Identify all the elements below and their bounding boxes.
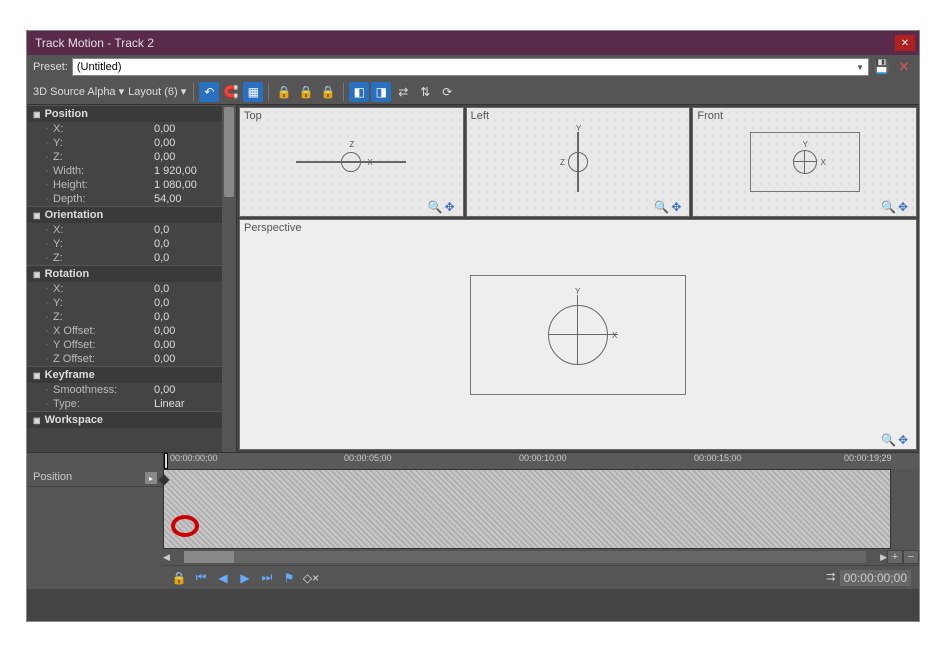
titlebar[interactable]: Track Motion - Track 2 ✕ — [27, 31, 919, 55]
viewport-front[interactable]: Front Y X 🔍✥ — [692, 107, 917, 217]
prop-yoff[interactable]: ·Y Offset:0,00 — [27, 338, 222, 352]
rotation-header[interactable]: ▣Rotation — [27, 265, 222, 282]
move-icon[interactable]: ✥ — [445, 200, 459, 214]
cursor-sync-icon[interactable]: ⮆ — [826, 570, 836, 585]
save-preset-icon[interactable]: 💾 — [873, 58, 891, 76]
timeline-footer: 🔒 ⏮ ◀ ▶ ⏭ ⚑ ◇× ⮆ 00:00:00;00 — [163, 565, 919, 589]
timeline-hscroll[interactable]: ◀ ▶ + − — [163, 549, 919, 565]
keyframe-flag-icon[interactable]: ⚑ — [281, 570, 297, 586]
zoom-in-button[interactable]: + — [887, 550, 903, 564]
toolbar: 3D Source Alpha ▾ Layout (6) ▾ ↶ 🧲 ▦ 🔒 🔒… — [27, 79, 919, 105]
properties-panel: ▣Position ·X:0,00 ·Y:0,00 ·Z:0,00 ·Width… — [27, 105, 237, 452]
last-keyframe-icon[interactable]: ⏭ — [259, 570, 275, 586]
close-button[interactable]: ✕ — [895, 35, 915, 51]
prop-oy[interactable]: ·Y:0,0 — [27, 237, 222, 251]
orientation-header[interactable]: ▣Orientation — [27, 206, 222, 223]
prop-y[interactable]: ·Y:0,00 — [27, 136, 222, 150]
lock-toggle-icon[interactable]: 🔒 — [171, 570, 187, 586]
layout-dropdown[interactable]: Layout (6) ▾ — [128, 85, 186, 98]
viewport-top[interactable]: Top Z X 🔍✥ — [239, 107, 464, 217]
zoom-icon[interactable]: 🔍 — [654, 200, 668, 214]
move-icon[interactable]: ✥ — [671, 200, 685, 214]
prop-rx[interactable]: ·X:0,0 — [27, 282, 222, 296]
next-keyframe-icon[interactable]: ▶ — [237, 570, 253, 586]
preset-label: Preset: — [33, 61, 68, 73]
aspect-icon[interactable]: ◨ — [371, 82, 391, 102]
main-area: ▣Position ·X:0,00 ·Y:0,00 ·Z:0,00 ·Width… — [27, 105, 919, 452]
prop-type[interactable]: ·Type:Linear — [27, 397, 222, 411]
zoom-out-button[interactable]: − — [903, 550, 919, 564]
chevron-down-icon: ▼ — [856, 63, 864, 72]
keyframe-header[interactable]: ▣Keyframe — [27, 366, 222, 383]
prop-width[interactable]: ·Width:1 920,00 — [27, 164, 222, 178]
prop-smooth[interactable]: ·Smoothness:0,00 — [27, 383, 222, 397]
move-icon[interactable]: ✥ — [898, 433, 912, 447]
edit-box-icon[interactable]: ▦ — [243, 82, 263, 102]
prev-keyframe-icon[interactable]: ◀ — [215, 570, 231, 586]
prop-ox[interactable]: ·X:0,0 — [27, 223, 222, 237]
prop-z[interactable]: ·Z:0,00 — [27, 150, 222, 164]
time-display[interactable]: 00:00:00;00 — [840, 570, 911, 586]
window-title: Track Motion - Track 2 — [35, 36, 895, 50]
workspace-header[interactable]: ▣Workspace — [27, 411, 222, 428]
prop-oz[interactable]: ·Z:0,0 — [27, 251, 222, 265]
expand-track-icon[interactable]: ▸ — [145, 472, 157, 484]
delete-keyframe-icon[interactable]: ◇× — [303, 570, 319, 586]
timeline-ruler[interactable]: 00:00:00;00 00:00:05;00 00:00:10;00 00:0… — [163, 453, 919, 469]
prop-zoff[interactable]: ·Z Offset:0,00 — [27, 352, 222, 366]
prop-depth[interactable]: ·Depth:54,00 — [27, 192, 222, 206]
viewports: Top Z X 🔍✥ Left Z Y — [237, 105, 919, 452]
lock-y-icon[interactable]: 🔒 — [296, 82, 316, 102]
snap-icon[interactable]: 🧲 — [221, 82, 241, 102]
lock-z-icon[interactable]: 🔒 — [318, 82, 338, 102]
scale-box-icon[interactable]: ◧ — [349, 82, 369, 102]
prop-xoff[interactable]: ·X Offset:0,00 — [27, 324, 222, 338]
prop-ry[interactable]: ·Y:0,0 — [27, 296, 222, 310]
timeline-cursor[interactable] — [164, 453, 168, 469]
viewport-left[interactable]: Left Z Y 🔍✥ — [466, 107, 691, 217]
timeline-track[interactable] — [163, 469, 891, 549]
timeline-vscroll[interactable] — [905, 469, 919, 549]
sidebar-scrollbar[interactable] — [222, 105, 236, 452]
lock-x-icon[interactable]: 🔒 — [274, 82, 294, 102]
flip-v-icon[interactable]: ⇅ — [415, 82, 435, 102]
track-motion-window: Track Motion - Track 2 ✕ Preset: (Untitl… — [26, 30, 920, 622]
zoom-icon[interactable]: 🔍 — [881, 433, 895, 447]
prop-rz[interactable]: ·Z:0,0 — [27, 310, 222, 324]
zoom-icon[interactable]: 🔍 — [428, 200, 442, 214]
rotate-icon[interactable]: ⟳ — [437, 82, 457, 102]
preset-bar: Preset: (Untitled) ▼ 💾 ✕ — [27, 55, 919, 79]
prop-x[interactable]: ·X:0,00 — [27, 122, 222, 136]
zoom-icon[interactable]: 🔍 — [881, 200, 895, 214]
mode-dropdown[interactable]: 3D Source Alpha ▾ — [33, 85, 124, 98]
position-header[interactable]: ▣Position — [27, 105, 222, 122]
flip-h-icon[interactable]: ⇄ — [393, 82, 413, 102]
delete-preset-icon[interactable]: ✕ — [895, 58, 913, 76]
timeline: 00:00:00;00 00:00:05;00 00:00:10;00 00:0… — [27, 452, 919, 589]
timeline-labels: Position ▸ — [27, 469, 163, 549]
undo-icon[interactable]: ↶ — [199, 82, 219, 102]
move-icon[interactable]: ✥ — [898, 200, 912, 214]
first-keyframe-icon[interactable]: ⏮ — [193, 570, 209, 586]
preset-select[interactable]: (Untitled) ▼ — [72, 58, 869, 76]
track-position-label[interactable]: Position ▸ — [27, 469, 163, 487]
prop-height[interactable]: ·Height:1 080,00 — [27, 178, 222, 192]
viewport-perspective[interactable]: Perspective Y X 🔍✥ — [239, 219, 917, 450]
